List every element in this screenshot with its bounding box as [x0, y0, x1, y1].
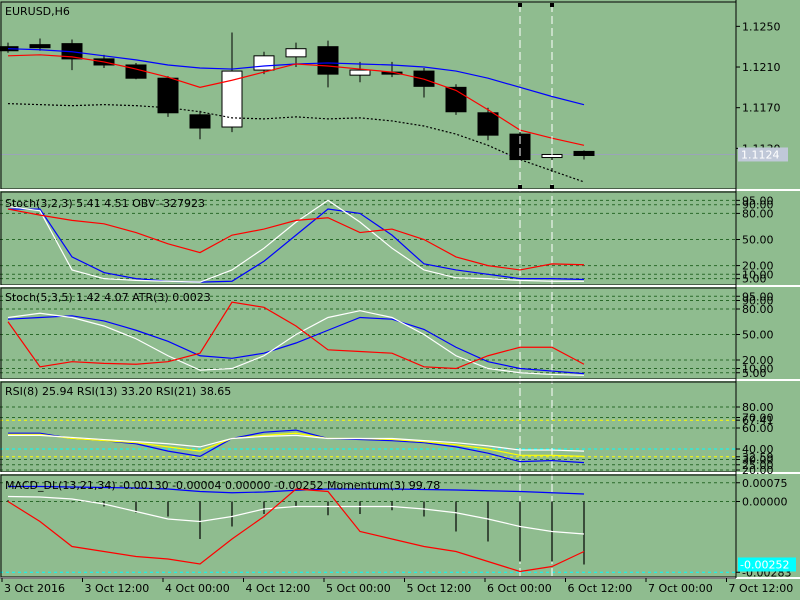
price-tick-label: 1.1250	[742, 20, 781, 33]
candle-body	[253, 55, 275, 71]
stoch-1-label: Stoch(3,2,3) 5.41 4.51 OBV -327923	[5, 197, 205, 210]
time-tick-label: 3 Oct 2016	[4, 582, 65, 595]
chart-title: EURUSD,H6	[5, 5, 70, 18]
level-tick-label: 80.00	[742, 303, 774, 316]
vertical-marker-handle	[518, 3, 522, 7]
time-tick-label: 4 Oct 00:00	[165, 582, 230, 595]
level-tick-label: 0.00075	[742, 477, 788, 490]
level-tick-label: 5.00	[742, 367, 767, 380]
candle-body	[189, 114, 211, 129]
candle-body	[317, 46, 339, 75]
vertical-marker-handle	[550, 185, 554, 189]
level-tick-label: 5.00	[742, 273, 767, 286]
vertical-marker-handle	[518, 185, 522, 189]
level-tick-label: 50.00	[742, 329, 774, 342]
time-tick-label: 3 Oct 12:00	[85, 582, 150, 595]
time-tick-label: 5 Oct 12:00	[407, 582, 472, 595]
current-price-value: 1.1124	[741, 148, 780, 161]
macd-label: MACD_DL(13,21,34) -0.00130 -0.00004 0.00…	[5, 479, 440, 492]
macd-current-value: -0.00252	[740, 559, 789, 572]
stoch-2-label: Stoch(5,3,5) 1.42 4.07 ATR(3) 0.0023	[5, 291, 211, 304]
level-tick-label: 60.00	[742, 422, 774, 435]
vertical-marker-handle	[550, 3, 554, 7]
chart-canvas[interactable]: 1.12501.12101.11701.11301.112495.0090.00…	[0, 0, 800, 600]
level-tick-label: 50.00	[742, 234, 774, 247]
time-tick-label: 6 Oct 12:00	[568, 582, 633, 595]
level-tick-label: 80.00	[742, 207, 774, 220]
time-tick-label: 5 Oct 00:00	[326, 582, 391, 595]
candle-body	[29, 44, 51, 49]
candle-body	[285, 48, 307, 58]
level-tick-label: 0.00000	[742, 496, 788, 509]
price-tick-label: 1.1170	[742, 102, 781, 115]
time-tick-label: 7 Oct 12:00	[729, 582, 794, 595]
price-tick-label: 1.1210	[742, 61, 781, 74]
level-tick-label: 20.00	[742, 464, 774, 477]
time-tick-label: 7 Oct 00:00	[648, 582, 713, 595]
candle-body	[221, 70, 243, 128]
time-tick-label: 6 Oct 00:00	[487, 582, 552, 595]
time-tick-label: 4 Oct 12:00	[246, 582, 311, 595]
candle-body	[573, 150, 595, 156]
rsi-label: RSI(8) 25.94 RSI(13) 33.20 RSI(21) 38.65	[5, 385, 231, 398]
candle-body	[349, 69, 371, 76]
candle-body	[477, 112, 499, 136]
